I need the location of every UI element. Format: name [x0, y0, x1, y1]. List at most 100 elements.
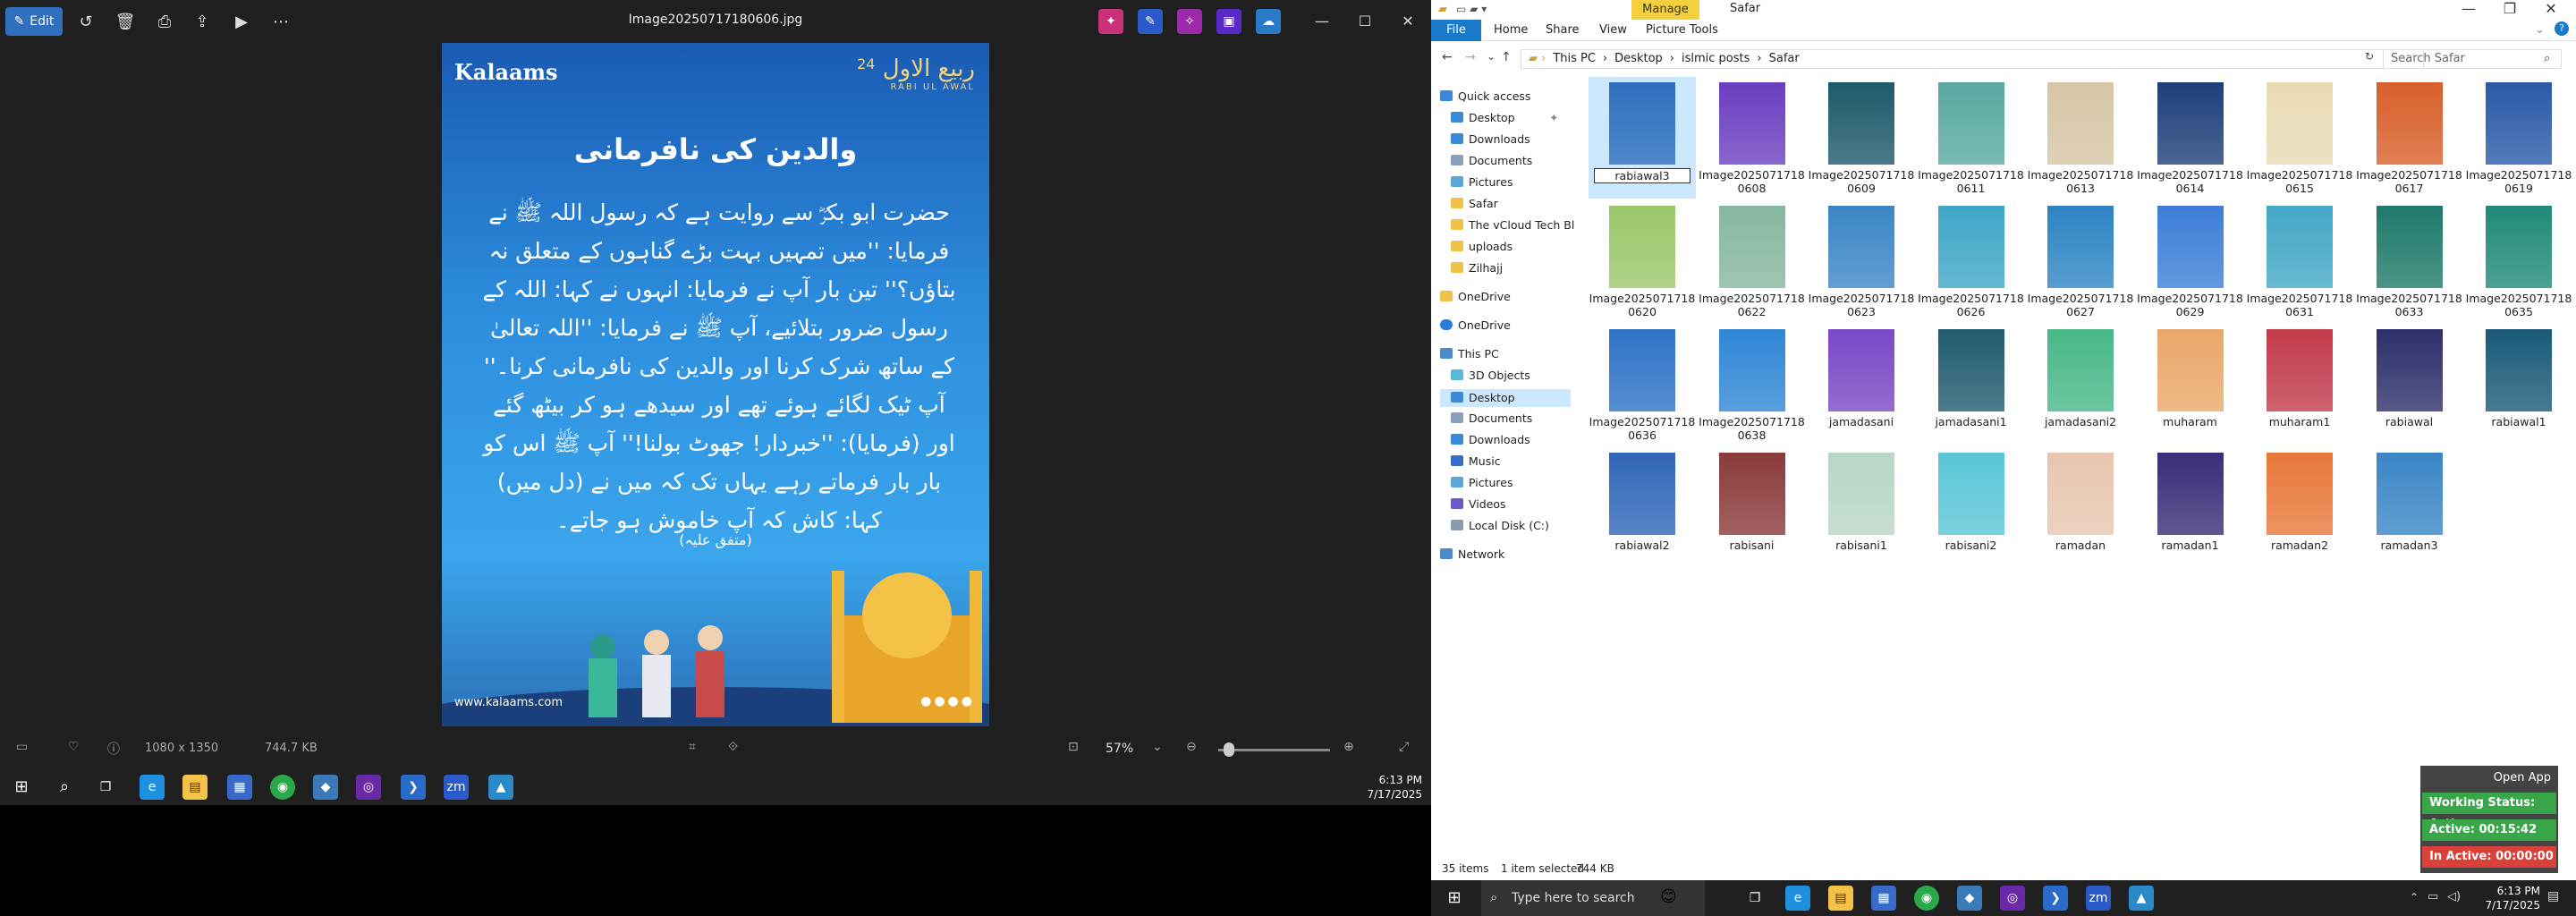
notifications-icon[interactable]: ▤	[2547, 889, 2559, 903]
file-item[interactable]: jamadasani1	[1918, 324, 2025, 445]
file-item[interactable]: Image20250717180619	[2465, 77, 2572, 199]
minimize-icon[interactable]: —	[1304, 9, 1340, 34]
edge-icon[interactable]: e	[140, 775, 165, 800]
home-tab[interactable]: Home	[1494, 23, 1528, 37]
file-item[interactable]: ramadan2	[2246, 447, 2353, 569]
file-item[interactable]: Image20250717180609	[1808, 77, 1915, 199]
volume-icon[interactable]: ◁)	[2447, 890, 2461, 903]
app-icon-5[interactable]: ◆	[313, 775, 338, 800]
nav-pictures[interactable]: Pictures	[1451, 175, 1513, 189]
slideshow-icon[interactable]: ▶	[227, 7, 256, 36]
nav-desktop-selected[interactable]: Desktop	[1440, 389, 1571, 407]
nav-music[interactable]: Music	[1451, 454, 1501, 468]
chrome-icon[interactable]: ◉	[1914, 886, 1939, 911]
back-icon[interactable]: ←	[1442, 50, 1453, 64]
app-icon-2[interactable]: ✎	[1138, 9, 1163, 34]
task-view-icon[interactable]: ❐	[93, 775, 118, 800]
app-icon-5[interactable]: ◆	[1957, 886, 1982, 911]
nav-safar[interactable]: Safar	[1451, 197, 1498, 210]
nav-videos[interactable]: Videos	[1451, 497, 1506, 511]
store-icon[interactable]: ▦	[1871, 886, 1896, 911]
nav-onedrive-1[interactable]: OneDrive	[1440, 290, 1511, 303]
ribbon-expand-icon[interactable]: ⌄	[2535, 23, 2545, 37]
zoom-slider-thumb[interactable]	[1224, 742, 1235, 757]
taskbar-clock-left[interactable]: 6:13 PM 7/17/2025	[1367, 773, 1422, 802]
nav-desktop[interactable]: Desktop ✦	[1451, 111, 1558, 124]
address-bar[interactable]: ▰ › This PC › Desktop › islmic posts › Safa…	[1521, 49, 2424, 69]
app-icon-6[interactable]: ▲	[488, 775, 513, 800]
start-icon[interactable]: ⊞	[1442, 886, 1467, 911]
rotate-icon[interactable]: ↺	[72, 7, 100, 36]
nav-zilhajj[interactable]: Zilhajj	[1451, 261, 1503, 275]
file-item[interactable]: jamadasani2	[2027, 324, 2134, 445]
network-status-icon[interactable]: ▭	[2428, 890, 2438, 903]
enhance-icon[interactable]: ⟐	[728, 740, 738, 754]
file-item[interactable]: Image20250717180631	[2246, 200, 2353, 322]
fullscreen-icon[interactable]: ⤢	[1399, 740, 1409, 754]
explorer-minimize-icon[interactable]: —	[2451, 0, 2487, 21]
file-item[interactable]: Image20250717180622	[1699, 200, 1806, 322]
file-item[interactable]: Image20250717180615	[2246, 77, 2353, 199]
favorite-icon[interactable]: ♡	[68, 740, 80, 754]
file-item[interactable]: rabiawal2	[1589, 447, 1696, 569]
picture-tools-tab[interactable]: Picture Tools	[1646, 23, 1718, 37]
file-item[interactable]: Image20250717180617	[2356, 77, 2463, 199]
recent-icon[interactable]: ⌄	[1487, 50, 1496, 63]
nav-this-pc[interactable]: This PC	[1440, 347, 1499, 360]
nav-network[interactable]: Network	[1440, 547, 1504, 561]
file-tab[interactable]: File	[1431, 20, 1481, 41]
file-item[interactable]: ramadan	[2027, 447, 2134, 569]
file-name[interactable]: rabiawal3	[1594, 168, 1690, 183]
nav-downloads[interactable]: Downloads	[1451, 132, 1530, 146]
nav-local-disk[interactable]: Local Disk (C:)	[1451, 519, 1549, 532]
store-icon[interactable]: ▦	[227, 775, 252, 800]
zoom-out-icon[interactable]: ⊖	[1186, 740, 1197, 754]
file-item[interactable]: Image20250717180627	[2027, 200, 2134, 322]
task-view-icon[interactable]: ❐	[1742, 886, 1767, 911]
zoom-app-icon[interactable]: zm	[444, 775, 469, 800]
nav-3d-objects[interactable]: 3D Objects	[1451, 369, 1530, 382]
file-item[interactable]: rabiawal3	[1589, 77, 1696, 199]
cloud-icon[interactable]: ☁	[1256, 9, 1281, 34]
file-item[interactable]: Image20250717180626	[1918, 200, 2025, 322]
breadcrumb-safar[interactable]: Safar	[1769, 52, 1800, 66]
refresh-icon[interactable]: ↻	[2365, 50, 2374, 63]
filmstrip-icon[interactable]: ▭	[16, 740, 28, 754]
more-options-icon[interactable]: ⋯	[267, 7, 295, 36]
file-item[interactable]: Image20250717180633	[2356, 200, 2463, 322]
file-item[interactable]: Image20250717180614	[2137, 77, 2244, 199]
app-icon-1[interactable]: ✦	[1098, 9, 1123, 34]
file-item[interactable]: rabisani	[1699, 447, 1806, 569]
delete-icon[interactable]: 🗑	[111, 7, 140, 36]
file-item[interactable]: Image20250717180620	[1589, 200, 1696, 322]
vscode-icon[interactable]: ❯	[401, 775, 426, 800]
edge-icon[interactable]: e	[1785, 886, 1810, 911]
file-item[interactable]: Image20250717180636	[1589, 324, 1696, 445]
github-icon[interactable]: ◎	[356, 775, 381, 800]
file-item[interactable]: ramadan3	[2356, 447, 2463, 569]
search-icon[interactable]: ⌕	[52, 775, 77, 800]
app-icon-4[interactable]: ▣	[1216, 9, 1241, 34]
manage-tab[interactable]: Manage	[1631, 0, 1699, 20]
explorer-close-icon[interactable]: ✕	[2533, 0, 2569, 21]
breadcrumb-this-pc[interactable]: This PC	[1553, 52, 1596, 66]
file-item[interactable]: rabisani2	[1918, 447, 2025, 569]
nav-documents[interactable]: Documents	[1451, 154, 1532, 167]
app-icon-3[interactable]: ✧	[1177, 9, 1202, 34]
nav-downloads-2[interactable]: Downloads	[1451, 433, 1530, 446]
nav-uploads[interactable]: uploads	[1451, 240, 1513, 253]
breadcrumb-islmic-posts[interactable]: islmic posts	[1682, 52, 1750, 66]
print-icon[interactable]: ⎙	[150, 7, 179, 36]
maximize-icon[interactable]: ☐	[1347, 9, 1383, 34]
zoom-app-icon[interactable]: zm	[2086, 886, 2111, 911]
close-icon[interactable]: ✕	[1390, 9, 1426, 34]
zoom-dropdown-icon[interactable]: ⌄	[1152, 740, 1163, 754]
edit-button[interactable]: ✎ Edit	[5, 7, 63, 36]
file-item[interactable]: Image20250717180638	[1699, 324, 1806, 445]
search-input[interactable]: Search Safar	[2383, 49, 2562, 69]
nav-documents-2[interactable]: Documents	[1451, 411, 1532, 425]
tray-overflow-icon[interactable]: ⌃	[2410, 891, 2419, 903]
nav-onedrive-2[interactable]: OneDrive	[1440, 318, 1511, 332]
file-item[interactable]: rabiawal1	[2465, 324, 2572, 445]
breadcrumb-desktop[interactable]: Desktop	[1614, 52, 1663, 66]
